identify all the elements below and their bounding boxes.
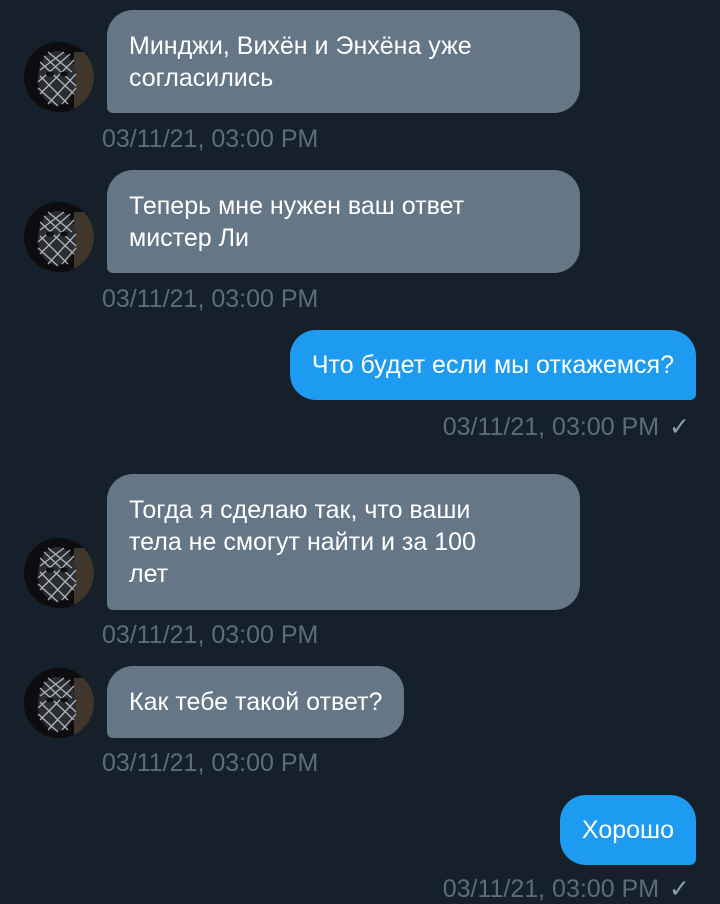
message-bubble-incoming[interactable]: Тогда я сделаю так, что ваши тела не смо… bbox=[107, 474, 580, 610]
message-timestamp: 03/11/21, 03:00 PM bbox=[102, 284, 318, 314]
checkmark-icon: ✓ bbox=[669, 413, 690, 441]
masked-face-avatar-icon bbox=[24, 538, 94, 608]
avatar[interactable] bbox=[24, 668, 94, 738]
timestamp-text: 03/11/21, 03:00 PM bbox=[442, 875, 660, 903]
message-timestamp: 03/11/21, 03:00 PM bbox=[102, 748, 318, 778]
message-bubble-outgoing[interactable]: Что будет если мы откажемся? bbox=[289, 330, 696, 400]
timestamp-text: 03/11/21, 03:00 PM bbox=[102, 285, 319, 313]
timestamp-text: 03/11/21, 03:00 PM bbox=[102, 749, 319, 777]
message-timestamp: 03/11/21, 03:00 PM bbox=[102, 124, 318, 154]
timestamp-text: 03/11/21, 03:00 PM bbox=[102, 125, 319, 153]
masked-face-avatar-icon bbox=[24, 42, 94, 112]
timestamp-text: 03/11/21, 03:00 PM bbox=[102, 621, 319, 649]
message-bubble-outgoing[interactable]: Хорошо bbox=[559, 795, 696, 865]
masked-face-avatar-icon bbox=[24, 202, 94, 272]
avatar[interactable] bbox=[24, 538, 94, 608]
checkmark-icon: ✓ bbox=[669, 875, 690, 903]
timestamp-text: 03/11/21, 03:00 PM bbox=[442, 413, 660, 441]
message-bubble-incoming[interactable]: Как тебе такой ответ? bbox=[107, 666, 405, 738]
avatar[interactable] bbox=[24, 42, 94, 112]
message-bubble-incoming[interactable]: Теперь мне нужен ваш ответ мистер Ли bbox=[107, 170, 580, 273]
masked-face-avatar-icon bbox=[24, 668, 94, 738]
message-timestamp: 03/11/21, 03:00 PM ✓ bbox=[443, 874, 690, 904]
avatar[interactable] bbox=[24, 202, 94, 272]
message-bubble-incoming[interactable]: Минджи, Вихён и Энхёна уже согласились bbox=[107, 10, 580, 113]
message-timestamp: 03/11/21, 03:00 PM bbox=[102, 620, 318, 650]
message-timestamp: 03/11/21, 03:00 PM ✓ bbox=[443, 412, 690, 442]
